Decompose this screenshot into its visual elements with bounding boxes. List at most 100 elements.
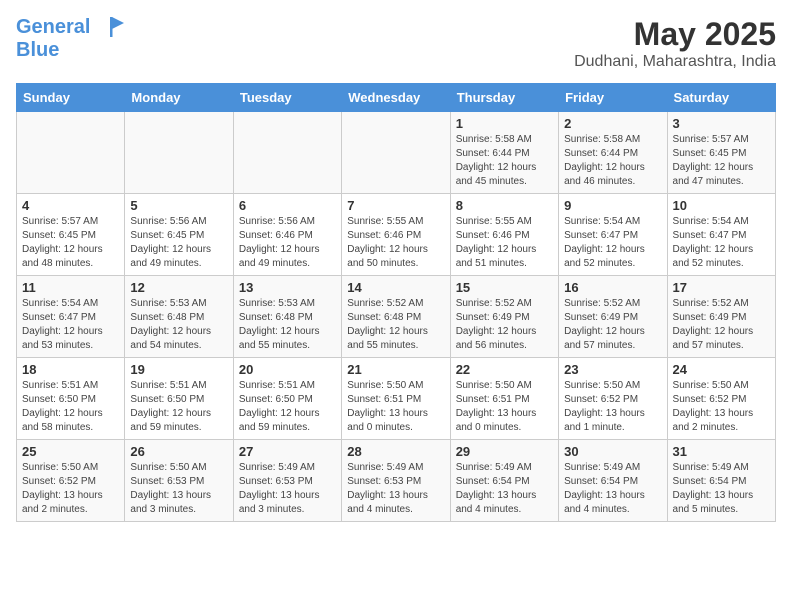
calendar-day-cell: 18 Sunrise: 5:51 AMSunset: 6:50 PMDayligh…: [17, 358, 125, 440]
day-number: 3: [673, 116, 770, 131]
calendar-day-cell: 23 Sunrise: 5:50 AMSunset: 6:52 PMDayligh…: [559, 358, 667, 440]
calendar-day-cell: 14 Sunrise: 5:52 AMSunset: 6:48 PMDayligh…: [342, 276, 450, 358]
day-number: 10: [673, 198, 770, 213]
day-info: Sunrise: 5:54 AMSunset: 6:47 PMDaylight:…: [22, 297, 119, 353]
calendar-day-cell: 15 Sunrise: 5:52 AMSunset: 6:49 PMDayligh…: [450, 276, 558, 358]
day-info: Sunrise: 5:54 AMSunset: 6:47 PMDaylight:…: [673, 215, 770, 271]
calendar-day-cell: 30 Sunrise: 5:49 AMSunset: 6:54 PMDayligh…: [559, 440, 667, 522]
calendar-day-cell: 8 Sunrise: 5:55 AMSunset: 6:46 PMDaylight…: [450, 194, 558, 276]
calendar-table: SundayMondayTuesdayWednesdayThursdayFrid…: [16, 83, 776, 522]
calendar-day-cell: 21 Sunrise: 5:50 AMSunset: 6:51 PMDayligh…: [342, 358, 450, 440]
day-number: 13: [239, 280, 336, 295]
day-number: 25: [22, 444, 119, 459]
calendar-day-cell: 13Sunrise: 5:53 AMSunset: 6:48 PMDayligh…: [233, 276, 341, 358]
title-block: May 2025 Dudhani, Maharashtra, India: [574, 16, 776, 71]
calendar-day-cell: 16 Sunrise: 5:52 AMSunset: 6:49 PMDayligh…: [559, 276, 667, 358]
calendar-day-cell: 1Sunrise: 5:58 AMSunset: 6:44 PMDaylight…: [450, 112, 558, 194]
day-info: Sunrise: 5:51 AMSunset: 6:50 PMDaylight:…: [130, 379, 227, 435]
day-number: 7: [347, 198, 444, 213]
day-info: Sunrise: 5:57 AMSunset: 6:45 PMDaylight:…: [22, 215, 119, 271]
day-number: 28: [347, 444, 444, 459]
calendar-day-cell: [233, 112, 341, 194]
calendar-day-cell: 17Sunrise: 5:52 AMSunset: 6:49 PMDayligh…: [667, 276, 775, 358]
day-number: 1: [456, 116, 553, 131]
calendar-day-cell: 12Sunrise: 5:53 AMSunset: 6:48 PMDayligh…: [125, 276, 233, 358]
day-number: 20: [239, 362, 336, 377]
calendar-day-cell: 19 Sunrise: 5:51 AMSunset: 6:50 PMDayligh…: [125, 358, 233, 440]
logo-text: General: [16, 16, 126, 39]
day-number: 8: [456, 198, 553, 213]
logo-blue-text: Blue: [16, 39, 126, 61]
calendar-day-cell: [342, 112, 450, 194]
calendar-day-cell: 24 Sunrise: 5:50 AMSunset: 6:52 PMDayligh…: [667, 358, 775, 440]
day-number: 23: [564, 362, 661, 377]
day-number: 9: [564, 198, 661, 213]
calendar-day-cell: 3 Sunrise: 5:57 AMSunset: 6:45 PMDaylight…: [667, 112, 775, 194]
day-number: 26: [130, 444, 227, 459]
day-info: Sunrise: 5:51 AMSunset: 6:50 PMDaylight:…: [22, 379, 119, 435]
calendar-day-cell: 11 Sunrise: 5:54 AMSunset: 6:47 PMDayligh…: [17, 276, 125, 358]
day-number: 21: [347, 362, 444, 377]
day-number: 27: [239, 444, 336, 459]
day-number: 19: [130, 362, 227, 377]
day-header-sunday: Sunday: [17, 84, 125, 112]
calendar-day-cell: 9 Sunrise: 5:54 AMSunset: 6:47 PMDaylight…: [559, 194, 667, 276]
day-info: Sunrise: 5:50 AMSunset: 6:52 PMDaylight:…: [22, 461, 119, 517]
day-info: Sunrise: 5:50 AMSunset: 6:52 PMDaylight:…: [564, 379, 661, 435]
day-info: Sunrise: 5:55 AMSunset: 6:46 PMDaylight:…: [456, 215, 553, 271]
day-number: 2: [564, 116, 661, 131]
calendar-day-cell: 5Sunrise: 5:56 AMSunset: 6:45 PMDaylight…: [125, 194, 233, 276]
day-info: Sunrise: 5:49 AMSunset: 6:54 PMDaylight:…: [456, 461, 553, 517]
day-info: Sunrise: 5:49 AMSunset: 6:54 PMDaylight:…: [673, 461, 770, 517]
day-info: Sunrise: 5:57 AMSunset: 6:45 PMDaylight:…: [673, 133, 770, 189]
calendar-day-cell: 20Sunrise: 5:51 AMSunset: 6:50 PMDayligh…: [233, 358, 341, 440]
calendar-day-cell: 6Sunrise: 5:56 AMSunset: 6:46 PMDaylight…: [233, 194, 341, 276]
day-info: Sunrise: 5:53 AMSunset: 6:48 PMDaylight:…: [130, 297, 227, 353]
day-number: 11: [22, 280, 119, 295]
day-info: Sunrise: 5:52 AMSunset: 6:48 PMDaylight:…: [347, 297, 444, 353]
day-header-wednesday: Wednesday: [342, 84, 450, 112]
calendar-day-cell: 28Sunrise: 5:49 AMSunset: 6:53 PMDayligh…: [342, 440, 450, 522]
calendar-week-3: 11 Sunrise: 5:54 AMSunset: 6:47 PMDayligh…: [17, 276, 776, 358]
day-number: 15: [456, 280, 553, 295]
day-number: 16: [564, 280, 661, 295]
day-header-tuesday: Tuesday: [233, 84, 341, 112]
calendar-day-cell: 29 Sunrise: 5:49 AMSunset: 6:54 PMDayligh…: [450, 440, 558, 522]
calendar-day-cell: 2 Sunrise: 5:58 AMSunset: 6:44 PMDaylight…: [559, 112, 667, 194]
day-number: 18: [22, 362, 119, 377]
day-info: Sunrise: 5:56 AMSunset: 6:45 PMDaylight:…: [130, 215, 227, 271]
day-number: 29: [456, 444, 553, 459]
day-info: Sunrise: 5:50 AMSunset: 6:51 PMDaylight:…: [347, 379, 444, 435]
month-title: May 2025: [574, 16, 776, 53]
day-info: Sunrise: 5:58 AMSunset: 6:44 PMDaylight:…: [564, 133, 661, 189]
day-number: 14: [347, 280, 444, 295]
calendar-week-5: 25 Sunrise: 5:50 AMSunset: 6:52 PMDayligh…: [17, 440, 776, 522]
day-number: 31: [673, 444, 770, 459]
day-info: Sunrise: 5:54 AMSunset: 6:47 PMDaylight:…: [564, 215, 661, 271]
calendar-week-1: 1 Sunrise: 5:58 AMSunset: 6:44 PMDaylight…: [17, 112, 776, 194]
day-header-friday: Friday: [559, 84, 667, 112]
day-number: 4: [22, 198, 119, 213]
day-header-monday: Monday: [125, 84, 233, 112]
calendar-week-2: 4 Sunrise: 5:57 AMSunset: 6:45 PMDaylight…: [17, 194, 776, 276]
logo: General Blue: [16, 16, 126, 61]
day-info: Sunrise: 5:49 AMSunset: 6:53 PMDaylight:…: [239, 461, 336, 517]
day-number: 22: [456, 362, 553, 377]
calendar-week-4: 18 Sunrise: 5:51 AMSunset: 6:50 PMDayligh…: [17, 358, 776, 440]
day-number: 24: [673, 362, 770, 377]
calendar-day-cell: 22 Sunrise: 5:50 AMSunset: 6:51 PMDayligh…: [450, 358, 558, 440]
calendar-day-cell: [17, 112, 125, 194]
day-info: Sunrise: 5:52 AMSunset: 6:49 PMDaylight:…: [564, 297, 661, 353]
calendar-day-cell: 7Sunrise: 5:55 AMSunset: 6:46 PMDaylight…: [342, 194, 450, 276]
day-number: 30: [564, 444, 661, 459]
calendar-day-cell: 26 Sunrise: 5:50 AMSunset: 6:53 PMDayligh…: [125, 440, 233, 522]
day-info: Sunrise: 5:50 AMSunset: 6:53 PMDaylight:…: [130, 461, 227, 517]
day-info: Sunrise: 5:50 AMSunset: 6:52 PMDaylight:…: [673, 379, 770, 435]
day-info: Sunrise: 5:52 AMSunset: 6:49 PMDaylight:…: [673, 297, 770, 353]
location: Dudhani, Maharashtra, India: [574, 53, 776, 71]
day-info: Sunrise: 5:49 AMSunset: 6:54 PMDaylight:…: [564, 461, 661, 517]
calendar-day-cell: 4 Sunrise: 5:57 AMSunset: 6:45 PMDaylight…: [17, 194, 125, 276]
day-info: Sunrise: 5:52 AMSunset: 6:49 PMDaylight:…: [456, 297, 553, 353]
page-header: General Blue May 2025 Dudhani, Maharasht…: [16, 16, 776, 71]
day-info: Sunrise: 5:50 AMSunset: 6:51 PMDaylight:…: [456, 379, 553, 435]
